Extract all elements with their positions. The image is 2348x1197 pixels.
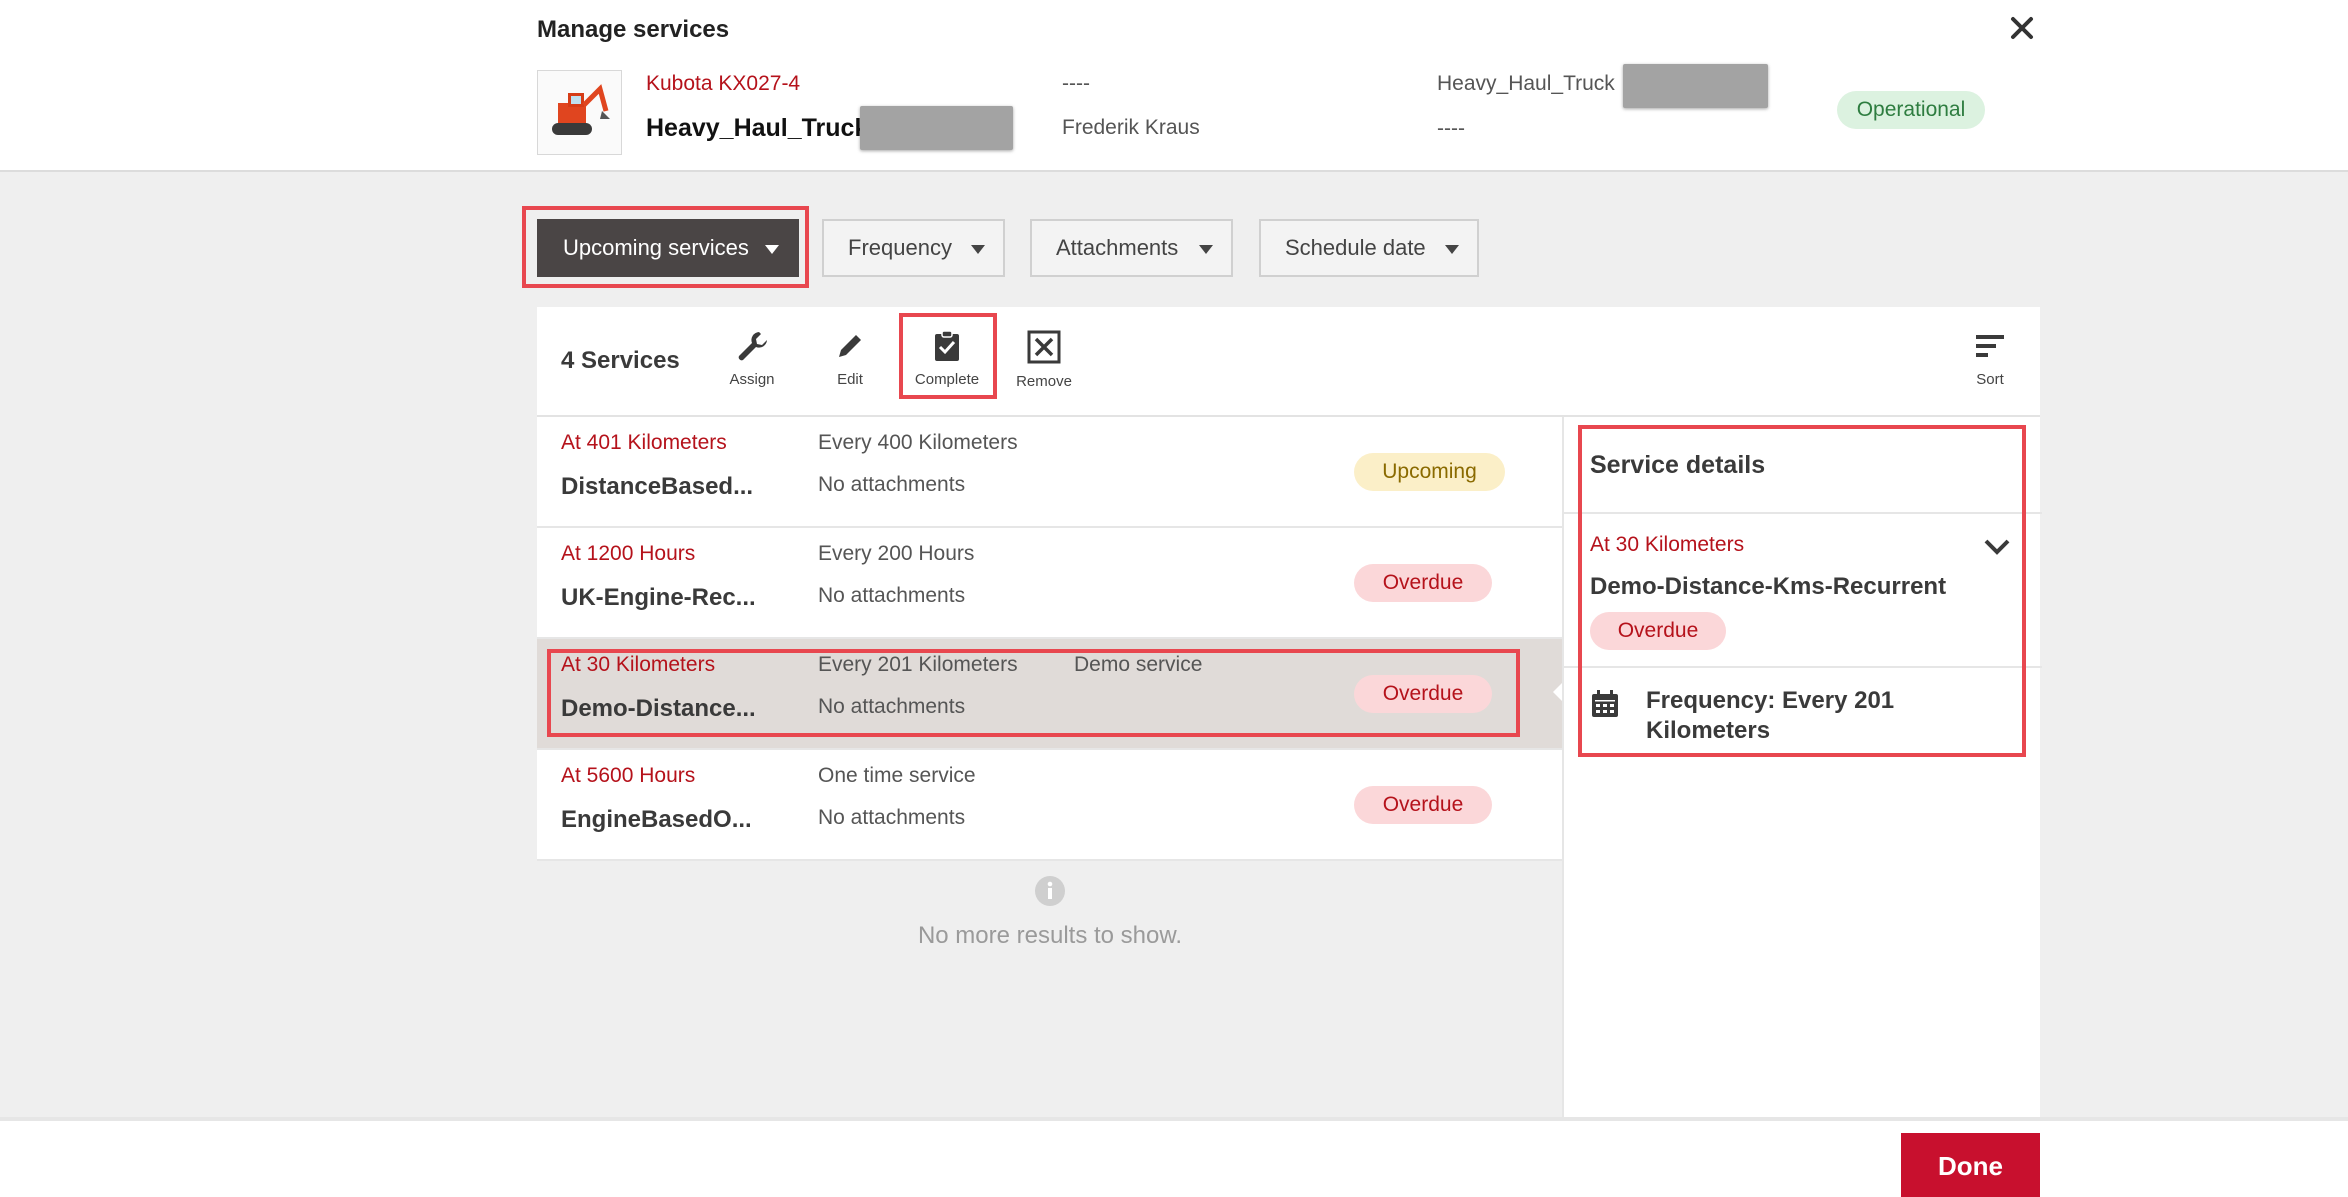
detail-due: At 30 Kilometers [1590, 533, 1745, 556]
sort-icon [1976, 335, 2004, 357]
filter-frequency[interactable]: Frequency [822, 219, 1005, 277]
caret-down-icon [1199, 245, 1213, 254]
asset-name: Heavy_Haul_Truck [646, 114, 869, 142]
detail-name: Demo-Distance-Kms-Recurrent [1590, 573, 1947, 600]
service-frequency: One time service [818, 764, 976, 787]
service-frequency: Every 200 Hours [818, 542, 975, 565]
service-attachments: No attachments [818, 695, 966, 718]
services-list: At 401 Kilometers DistanceBased... Every… [537, 417, 1562, 861]
divider [1564, 512, 2042, 514]
filter-label: Schedule date [1285, 235, 1426, 260]
filter-attachments[interactable]: Attachments [1030, 219, 1233, 277]
filter-label: Upcoming services [563, 235, 749, 260]
filter-label: Attachments [1056, 235, 1179, 260]
asset-header: Manage services Kubota KX027-4 Heavy_Hau… [0, 0, 2348, 172]
status-badge: Operational [1837, 91, 1985, 129]
assign-label: Assign [729, 371, 775, 388]
assign-button[interactable]: Assign [707, 321, 797, 401]
info-icon [1035, 876, 1065, 906]
modal-footer: Done [0, 1117, 2348, 1197]
service-details-panel: Service details At 30 Kilometers Demo-Di… [1562, 417, 2042, 1117]
detail-frequency: Frequency: Every 201 Kilometers [1646, 687, 1895, 744]
sort-label: Sort [1976, 371, 2004, 388]
calendar-icon [1590, 689, 1620, 724]
edit-label: Edit [837, 371, 863, 388]
service-attachments: No attachments [818, 473, 966, 496]
chevron-down-icon[interactable] [1982, 537, 2012, 562]
list-end-message: No more results to show. [870, 875, 1230, 950]
asset-field-bottom: ---- [1437, 117, 1465, 140]
service-frequency: Every 201 Kilometers [818, 653, 1018, 676]
services-toolbar: 4 Services Assign Edit Complete Remove S… [537, 307, 2040, 417]
service-due: At 5600 Hours [561, 764, 696, 787]
pencil-icon [839, 335, 861, 357]
service-frequency: Every 400 Kilometers [818, 431, 1018, 454]
edit-button[interactable]: Edit [805, 321, 895, 401]
remove-box-icon [1027, 330, 1061, 364]
complete-label: Complete [914, 371, 980, 388]
close-icon[interactable] [2004, 10, 2040, 46]
filter-schedule-date[interactable]: Schedule date [1259, 219, 1479, 277]
remove-button[interactable]: Remove [999, 321, 1089, 401]
status-badge: Overdue [1354, 675, 1492, 713]
service-row[interactable]: At 5600 Hours EngineBasedO... One time s… [537, 750, 1562, 861]
redacted-block [1623, 64, 1768, 108]
wrench-icon [738, 332, 767, 361]
service-attachments: No attachments [818, 584, 966, 607]
service-description: Demo service [1074, 653, 1203, 676]
caret-down-icon [765, 245, 779, 254]
status-badge: Overdue [1354, 564, 1492, 602]
modal-title: Manage services [537, 16, 730, 43]
excavator-thumbnail [537, 70, 622, 155]
service-name: DistanceBased... [561, 473, 754, 500]
status-badge: Upcoming [1354, 453, 1505, 491]
service-due: At 30 Kilometers [561, 653, 716, 676]
service-attachments: No attachments [818, 806, 966, 829]
asset-field-top: ---- [1062, 72, 1090, 95]
complete-button[interactable]: Complete [902, 321, 992, 401]
caret-down-icon [971, 245, 985, 254]
service-name: UK-Engine-Rec... [561, 584, 756, 611]
divider [1564, 666, 2042, 668]
service-due: At 1200 Hours [561, 542, 696, 565]
service-row[interactable]: At 401 Kilometers DistanceBased... Every… [537, 417, 1562, 528]
caret-down-icon [1445, 245, 1459, 254]
remove-label: Remove [1016, 373, 1072, 390]
asset-operator: Frederik Kraus [1062, 116, 1200, 139]
service-row[interactable]: At 1200 Hours UK-Engine-Rec... Every 200… [537, 528, 1562, 639]
clipboard-check-icon [935, 330, 959, 361]
list-end-text: No more results to show. [917, 922, 1183, 949]
status-badge: Overdue [1590, 612, 1726, 650]
services-count: 4 Services [561, 347, 680, 374]
redacted-block [860, 106, 1013, 150]
sort-button[interactable]: Sort [1945, 321, 2035, 401]
asset-model-link[interactable]: Kubota KX027-4 [646, 72, 800, 96]
filter-label: Frequency [848, 235, 952, 260]
status-badge: Overdue [1354, 786, 1492, 824]
service-name: EngineBasedO... [561, 806, 752, 833]
done-button[interactable]: Done [1901, 1133, 2040, 1197]
asset-group: Heavy_Haul_Truck [1437, 72, 1615, 95]
service-due: At 401 Kilometers [561, 431, 727, 454]
service-row-selected[interactable]: At 30 Kilometers Demo-Distance... Every … [537, 639, 1562, 750]
service-name: Demo-Distance... [561, 695, 756, 722]
panel-title: Service details [1590, 451, 1766, 479]
filter-upcoming-services[interactable]: Upcoming services [537, 219, 799, 277]
